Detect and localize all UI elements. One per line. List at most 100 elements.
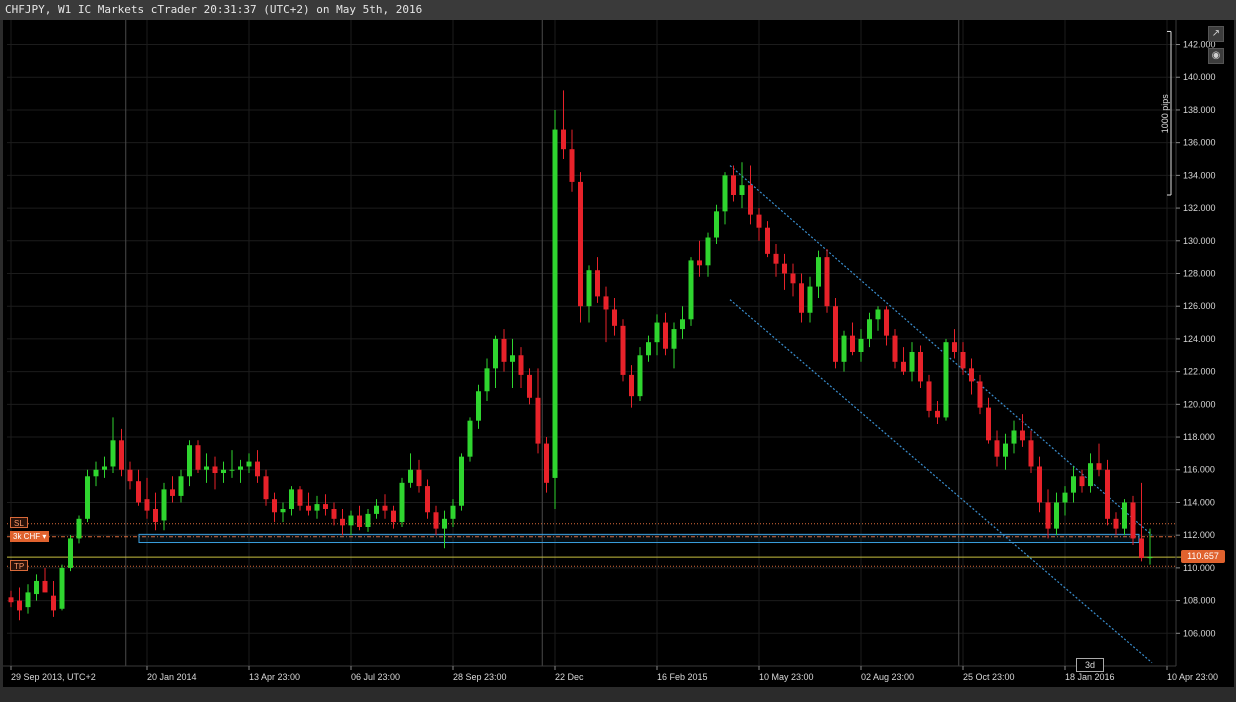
candle-body — [994, 440, 1000, 457]
candle — [1071, 466, 1076, 503]
candle — [1139, 482, 1144, 562]
candle — [476, 384, 481, 429]
candle — [85, 469, 90, 523]
candle-body — [807, 286, 813, 313]
candle — [221, 461, 226, 483]
candle — [697, 240, 702, 277]
candle-body — [493, 338, 498, 369]
candle — [773, 244, 779, 277]
candle-body — [68, 538, 73, 568]
candle — [161, 482, 167, 531]
price-tick-label: 138.000 — [1183, 105, 1216, 115]
candle — [93, 461, 99, 487]
candle-body — [221, 469, 226, 474]
candlestick-chart[interactable]: 106.000 108.000 110.000 112.000 114.000 116.0… — [3, 20, 1234, 687]
candle-body — [17, 600, 22, 611]
candle-body — [943, 342, 949, 418]
candle-body — [263, 476, 269, 500]
price-tick-label: 126.000 — [1183, 301, 1216, 311]
position-text: 3k CHF — [13, 532, 41, 541]
candle-body — [323, 504, 328, 509]
candle — [518, 347, 524, 388]
candle-body — [187, 445, 192, 477]
candle-body — [731, 175, 736, 195]
position-label[interactable]: 3k CHF ▾ — [10, 531, 50, 542]
price-axis[interactable]: 106.000 108.000 110.000 112.000 114.000 116.0… — [1175, 20, 1216, 666]
candle — [59, 564, 65, 611]
candle-body — [850, 335, 855, 352]
candle-body — [1045, 502, 1051, 529]
candle — [399, 477, 405, 527]
candle — [850, 322, 855, 356]
trend-channel[interactable] — [729, 165, 1153, 664]
candle — [144, 477, 150, 519]
time-axis[interactable]: 29 Sep 2013, UTC+2 20 Jan 2014 13 Apr 23:0… — [3, 665, 1234, 682]
candle-body — [306, 505, 311, 511]
candle-body — [442, 518, 447, 529]
candle — [578, 172, 583, 323]
candle — [408, 453, 413, 488]
time-tick-label: 18 Jan 2016 — [1065, 672, 1115, 682]
candle-body — [569, 149, 575, 182]
price-tick-label: 110.000 — [1183, 563, 1215, 573]
candle-body — [382, 505, 388, 511]
candle — [357, 505, 362, 531]
candle-body — [1003, 443, 1008, 457]
candle — [272, 492, 277, 523]
candle — [119, 428, 124, 477]
candle-body — [578, 181, 583, 307]
candle-body — [331, 508, 337, 519]
period-marker[interactable]: 3d — [1076, 658, 1104, 672]
price-tick-label: 116.000 — [1183, 465, 1215, 475]
candle — [824, 248, 830, 313]
time-tick-label: 13 Apr 23:00 — [249, 672, 300, 682]
candle — [187, 440, 192, 487]
price-tick-label: 134.000 — [1183, 170, 1216, 180]
chart-title-bar: CHFJPY, W1 IC Markets cTrader 20:31:37 (… — [0, 0, 1236, 20]
candle — [263, 469, 269, 506]
candle-body — [450, 505, 456, 519]
candle-body — [697, 260, 702, 266]
candle-body — [246, 461, 252, 467]
candle-body — [586, 270, 592, 307]
candle-body — [119, 440, 124, 470]
candle — [314, 495, 320, 519]
candle — [1054, 492, 1059, 536]
candle — [756, 208, 762, 241]
candle-body — [739, 185, 745, 195]
candle — [663, 312, 668, 356]
candle — [918, 345, 923, 388]
candle — [544, 437, 549, 493]
candle-body — [391, 510, 396, 523]
candle-body — [1020, 430, 1025, 441]
candle — [382, 494, 388, 519]
take-profit-label[interactable]: TP — [10, 560, 29, 571]
popout-icon[interactable]: ↗ — [1208, 26, 1224, 42]
candle-body — [799, 283, 804, 313]
candle — [8, 590, 14, 608]
candle-body — [467, 420, 473, 457]
candle-body — [544, 443, 549, 483]
candle — [212, 456, 218, 490]
candle-body — [952, 342, 957, 352]
candle-body — [1011, 430, 1017, 444]
candle-body — [357, 515, 362, 527]
candle — [51, 580, 56, 617]
stop-loss-label[interactable]: SL — [10, 517, 28, 528]
candle-body — [433, 512, 439, 529]
time-tick-label: 28 Sep 23:00 — [453, 672, 507, 682]
candle-body — [1147, 557, 1153, 559]
candle-body — [93, 469, 99, 477]
candle — [238, 459, 243, 483]
candle — [153, 492, 158, 531]
camera-icon[interactable]: ◉ — [1208, 48, 1224, 64]
chart-title: CHFJPY, W1 IC Markets cTrader 20:31:37 (… — [5, 3, 423, 16]
candle-body — [756, 214, 762, 228]
candle — [1037, 456, 1042, 513]
candle-body — [255, 461, 260, 477]
candle — [603, 286, 609, 343]
candle-body — [926, 381, 932, 411]
close-position-icon[interactable]: ▾ — [42, 532, 46, 541]
candle — [1011, 420, 1017, 454]
candle-body — [705, 237, 711, 266]
